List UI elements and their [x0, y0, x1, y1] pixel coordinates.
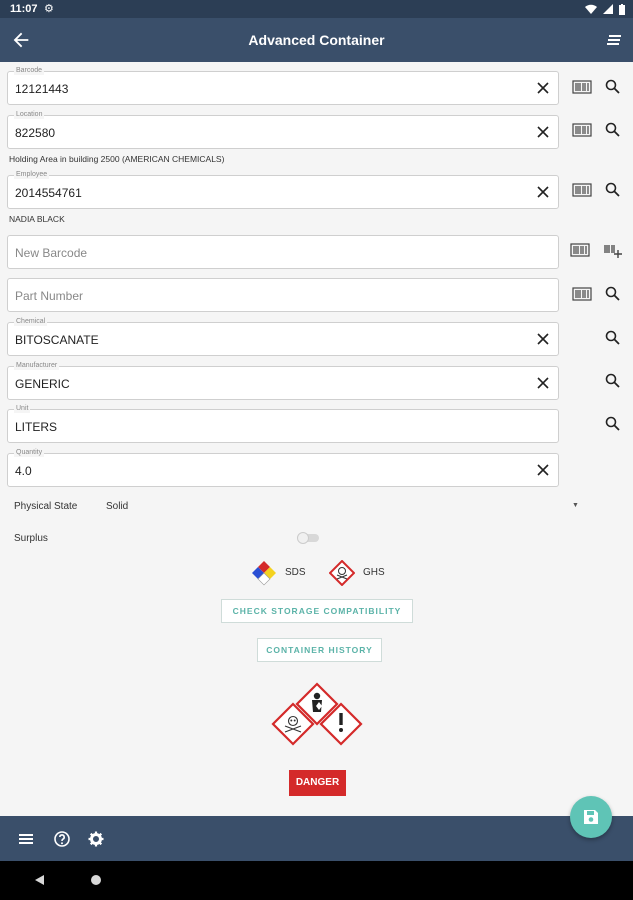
chemical-value: BITOSCANATE [15, 333, 99, 347]
barcode-scan-icon[interactable] [572, 284, 592, 304]
menu-icon[interactable] [605, 31, 623, 49]
wifi-icon [584, 4, 597, 15]
barcode-value: 12121443 [15, 82, 69, 96]
save-icon [584, 810, 598, 824]
settings-gear-icon[interactable] [87, 830, 105, 848]
barcode-scan-icon[interactable] [572, 77, 592, 97]
app-bar: Advanced Container [0, 18, 633, 62]
search-icon[interactable] [603, 328, 623, 348]
container-history-button[interactable]: CONTAINER HISTORY [257, 638, 382, 662]
danger-signal-word: DANGER [289, 770, 346, 796]
search-icon[interactable] [603, 371, 623, 391]
search-icon[interactable] [603, 414, 623, 434]
employee-name: NADIA BLACK [9, 214, 65, 224]
system-nav-bar [0, 861, 633, 900]
part-number-placeholder: Part Number [15, 289, 84, 303]
location-field[interactable]: Location 822580 [7, 111, 559, 149]
sds-link[interactable]: SDS [251, 560, 311, 586]
status-bar: 11:07 ⚙ [0, 0, 633, 18]
physical-state-select[interactable]: Solid [106, 501, 128, 512]
physical-state-label: Physical State [14, 501, 78, 512]
surplus-label: Surplus [14, 533, 48, 544]
part-number-field[interactable]: Part Number [7, 278, 559, 312]
barcode-field[interactable]: Barcode 12121443 [7, 67, 559, 105]
clear-icon[interactable] [536, 185, 550, 199]
clear-icon[interactable] [536, 332, 550, 346]
search-icon[interactable] [603, 77, 623, 97]
location-label: Location [14, 111, 45, 119]
signal-icon [602, 4, 613, 15]
unit-value: LITERS [15, 420, 58, 434]
search-icon[interactable] [603, 284, 623, 304]
bottom-toolbar [0, 816, 633, 861]
barcode-scan-icon[interactable] [570, 240, 590, 260]
new-barcode-placeholder: New Barcode [15, 246, 88, 260]
add-barcode-icon[interactable] [603, 240, 623, 260]
clear-icon[interactable] [536, 463, 550, 477]
nav-back-icon[interactable] [33, 874, 45, 886]
help-icon[interactable] [53, 830, 71, 848]
unit-label: Unit [14, 405, 31, 413]
nfpa-diamond-icon [252, 561, 276, 586]
chemical-field[interactable]: Chemical BITOSCANATE [7, 318, 559, 356]
clear-icon[interactable] [536, 125, 550, 139]
quantity-field[interactable]: Quantity 4.0 [7, 449, 559, 487]
hamburger-menu-icon[interactable] [17, 830, 35, 848]
save-button[interactable] [570, 796, 612, 838]
ghs-label: GHS [363, 567, 385, 578]
search-icon[interactable] [603, 180, 623, 200]
quantity-label: Quantity [14, 449, 45, 457]
manufacturer-field[interactable]: Manufacturer GENERIC [7, 362, 559, 400]
status-time: 11:07 [10, 3, 38, 15]
check-storage-compatibility-button[interactable]: CHECK STORAGE COMPATIBILITY [221, 599, 413, 623]
ghs-pictograms [271, 682, 363, 746]
manufacturer-label: Manufacturer [14, 362, 60, 370]
barcode-scan-icon[interactable] [572, 120, 592, 140]
quantity-value: 4.0 [15, 464, 32, 478]
system-icons [582, 3, 625, 15]
employee-value: 2014554761 [15, 186, 82, 200]
dropdown-caret-icon[interactable]: ▼ [572, 502, 579, 509]
unit-field[interactable]: Unit LITERS [7, 405, 559, 443]
search-icon[interactable] [603, 120, 623, 140]
manufacturer-value: GENERIC [15, 377, 70, 391]
new-barcode-field[interactable]: New Barcode [7, 235, 559, 269]
nav-home-icon[interactable] [91, 875, 101, 885]
surplus-toggle[interactable] [297, 532, 321, 544]
clear-icon[interactable] [536, 81, 550, 95]
employee-field[interactable]: Employee 2014554761 [7, 171, 559, 209]
location-description: Holding Area in building 2500 (AMERICAN … [9, 154, 225, 164]
clear-icon[interactable] [536, 376, 550, 390]
ghs-link[interactable]: GHS [329, 560, 389, 586]
employee-label: Employee [14, 171, 50, 179]
location-value: 822580 [15, 126, 56, 140]
page-title: Advanced Container [248, 32, 385, 48]
sds-label: SDS [285, 567, 306, 578]
chemical-label: Chemical [14, 318, 48, 326]
ghs-pictogram-icon [329, 560, 355, 586]
toggle-knob [297, 532, 309, 544]
settings-notification-icon: ⚙ [44, 3, 54, 15]
battery-icon [619, 3, 625, 15]
barcode-scan-icon[interactable] [572, 180, 592, 200]
barcode-label: Barcode [14, 67, 45, 75]
